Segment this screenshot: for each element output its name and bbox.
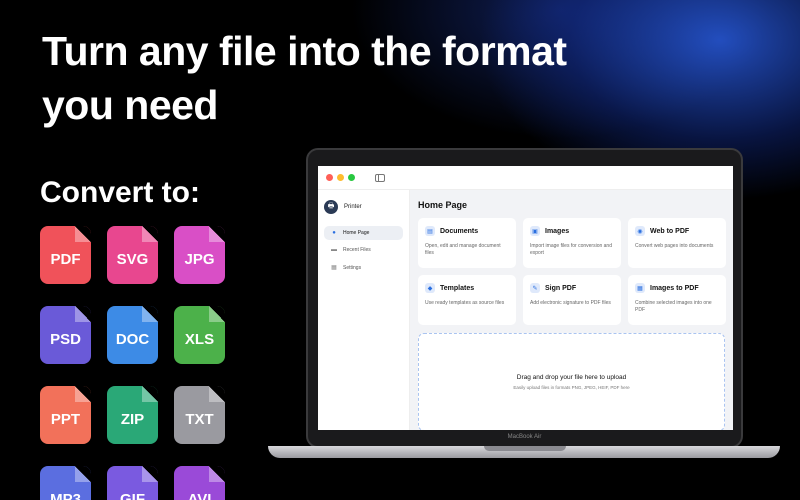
card-header: ✎ Sign PDF (530, 283, 614, 293)
card-title: Sign PDF (545, 284, 577, 292)
card-web-to-pdf[interactable]: ◉ Web to PDF Convert web pages into docume… (628, 218, 726, 268)
card-documents[interactable]: ▤ Documents Open, edit and manage document… (418, 218, 516, 268)
drop-zone[interactable]: Drag and drop your file here to upload E… (418, 333, 725, 430)
titlebar (318, 166, 733, 190)
sidebar-nav: ● Home Page ▬ Recent Files ▦ Settings (324, 226, 403, 275)
sidebar-item-home-page[interactable]: ● Home Page (324, 226, 403, 240)
profile-name: Printer (344, 204, 362, 210)
sidebar-item-label: Recent Files (343, 247, 371, 253)
sidebar-item-label: Settings (343, 264, 362, 271)
laptop-screen: 🖶 Printer ● Home Page ▬ Recent Files ▦ Settin… (306, 148, 743, 448)
image-icon: ▣ (530, 226, 540, 236)
file-type-label: ZIP (120, 410, 145, 428)
laptop-notch (484, 446, 566, 451)
sidebar-item-recent-files[interactable]: ▬ Recent Files (324, 243, 403, 257)
card-description: Combine selected images into one PDF (635, 300, 712, 313)
file-type-zip-icon: ZIP (107, 386, 158, 444)
card-description: Add electronic signature to PDF files (530, 300, 611, 306)
signature-icon: ✎ (530, 283, 540, 293)
file-type-label: PSD (50, 330, 81, 348)
headline: Turn any file into the format you need (42, 28, 567, 128)
zoom-window-button[interactable] (348, 174, 355, 181)
file-type-label: TXT (185, 410, 214, 428)
file-type-gif-icon: GIF (107, 466, 158, 500)
file-type-txt-icon: TXT (174, 386, 225, 444)
card-header: ▤ Documents (425, 226, 509, 236)
file-type-ppt-icon: PPT (40, 386, 91, 444)
images-pdf-icon: ▦ (635, 283, 645, 293)
file-type-jpg-icon: JPG (174, 226, 225, 284)
printer-icon: 🖶 (324, 200, 338, 214)
card-title: Web to PDF (650, 227, 690, 235)
document-icon: ▤ (425, 226, 435, 236)
file-type-label: MP3 (50, 490, 81, 500)
file-type-label: DOC (115, 330, 150, 348)
file-type-label: XLS (184, 330, 215, 348)
sidebar: 🖶 Printer ● Home Page ▬ Recent Files ▦ Settin… (318, 190, 410, 430)
card-sign-pdf[interactable]: ✎ Sign PDF Add electronic signature to PDF… (523, 275, 621, 325)
sidebar-toggle-icon[interactable] (375, 173, 385, 182)
card-header: ◉ Web to PDF (635, 226, 719, 236)
app-window: 🖶 Printer ● Home Page ▬ Recent Files ▦ Settin… (318, 166, 733, 430)
sidebar-item-settings[interactable]: ▦ Settings (324, 260, 403, 275)
card-title: Templates (440, 284, 475, 292)
close-window-button[interactable] (326, 174, 333, 181)
card-title: Documents (440, 227, 479, 235)
file-type-mp3-icon: MP3 (40, 466, 91, 500)
file-type-grid: PDF SVG JPG PSD DOC XLS PPT ZIP TXT MP3 GIF AVI (40, 226, 225, 500)
card-header: ▦ Images to PDF (635, 283, 719, 293)
globe-icon: ◉ (635, 226, 645, 236)
minimize-window-button[interactable] (337, 174, 344, 181)
card-templates[interactable]: ◆ Templates Use ready templates as source … (418, 275, 516, 325)
card-description: Open, edit and manage document files (425, 243, 501, 256)
device-label: MacBook Air (507, 434, 542, 440)
file-type-label: JPG (184, 250, 215, 268)
main-content: Home Page ▤ Documents Open, edit and manag… (410, 190, 733, 430)
file-type-label: AVI (187, 490, 212, 500)
sidebar-item-label: Home Page (343, 230, 370, 236)
file-type-label: PDF (50, 250, 81, 268)
template-icon: ◆ (425, 283, 435, 293)
card-images[interactable]: ▣ Images Import image files for conversion… (523, 218, 621, 268)
file-type-xls-icon: XLS (174, 306, 225, 364)
card-images-to-pdf[interactable]: ▦ Images to PDF Combine selected images in… (628, 275, 726, 325)
page-title: Home Page (418, 200, 468, 210)
file-type-label: GIF (120, 490, 145, 500)
card-description: Convert web pages into documents (635, 243, 714, 249)
card-title: Images (545, 227, 570, 235)
file-type-doc-icon: DOC (107, 306, 158, 364)
file-type-avi-icon: AVI (174, 466, 225, 500)
convert-to-heading: Convert to: (40, 176, 200, 209)
feature-cards: ▤ Documents Open, edit and manage document… (418, 218, 726, 325)
card-header: ▣ Images (530, 226, 614, 236)
file-type-label: SVG (116, 250, 149, 268)
drop-zone-subtitle: Easily upload files in formats PNG, JPEG… (513, 385, 630, 390)
profile[interactable]: 🖶 Printer (324, 200, 403, 214)
file-type-pdf-icon: PDF (40, 226, 91, 284)
file-type-svg-icon: SVG (107, 226, 158, 284)
card-description: Use ready templates as source files (425, 300, 505, 306)
grid-icon: ▦ (331, 265, 337, 271)
home-icon: ● (332, 230, 336, 236)
card-description: Import image files for conversion and ex… (530, 243, 612, 256)
card-title: Images to PDF (650, 284, 699, 292)
card-header: ◆ Templates (425, 283, 509, 293)
file-type-psd-icon: PSD (40, 306, 91, 364)
folder-icon: ▬ (331, 247, 337, 253)
file-type-label: PPT (50, 410, 81, 428)
drop-zone-title: Drag and drop your file here to upload (516, 374, 627, 381)
